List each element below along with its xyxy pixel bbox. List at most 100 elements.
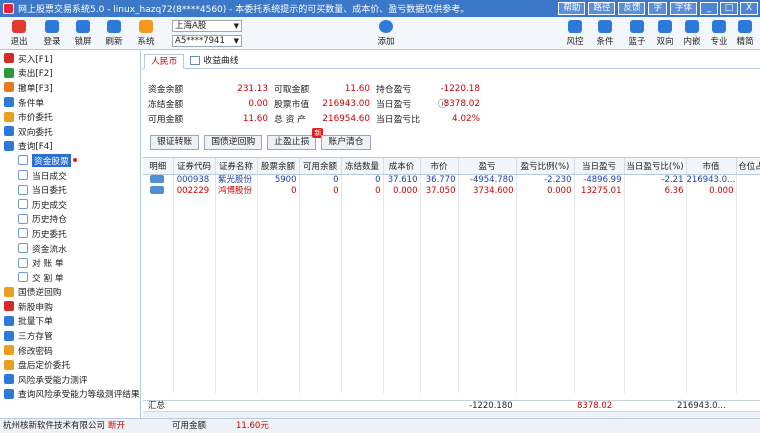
table-cell [383,381,421,393]
toolbar-compact-button[interactable]: 精简 [731,20,759,48]
sidebar-item[interactable]: 资金股票 [0,153,140,168]
sidebar-item[interactable]: 新股申购 [0,299,140,314]
sidebar-item[interactable]: 卖出[F2] [0,66,140,81]
condition-icon [598,20,612,33]
table-cell [458,254,517,266]
column-header[interactable]: 盈亏比例(%) [516,158,575,175]
table-cell: 37.610 [383,174,421,186]
bank-transfer-button[interactable]: 银证转账 [150,135,200,150]
feedback-button[interactable]: 反馈 [618,2,646,15]
column-header[interactable]: 盈亏 [458,158,517,175]
minimize-button[interactable]: _ [700,2,718,15]
sidebar-item-label: 市价委托 [18,113,53,124]
sidebar-item[interactable]: 修改密码 [0,343,140,358]
column-header[interactable]: 证券代码 [173,158,216,175]
account-select-value: A5****7941 [175,36,225,46]
sidebar-item[interactable]: 当日成交 [0,168,140,183]
table-row[interactable]: 000938 紫光股份 5900 0 0 37.610 36.770 -4954.780 -2.… [143,174,760,186]
toolbar-user-button[interactable]: 登录 [36,20,68,48]
sidebar-item[interactable]: 市价委托 [0,109,140,124]
tab-profit-curve-label: 收益曲线 [203,55,239,66]
sidebar-item[interactable]: 资金流水 [0,241,140,256]
table-cell [516,243,575,255]
table-cell [736,289,760,301]
toolbar-condition-button[interactable]: 条件 [591,20,619,48]
column-header[interactable]: 股票余额 [257,158,300,175]
column-header[interactable]: 成本价 [383,158,421,175]
toolbar-shield-button[interactable]: 风控 [561,20,589,48]
summary-row: 汇总 -1220.180 8378.02 216943.0... [143,400,760,411]
table-cell [420,243,459,255]
table-cell [257,254,300,266]
table-cell [173,358,216,370]
path-button[interactable]: 路径 [588,2,616,15]
column-header[interactable]: 当日盈亏 [574,158,625,175]
toolbar: 上海A股 ▼ A5****7941 ▼ 添加 退出 登录 锁屏 刷新 系统 风控 条件 篮子 双向内… [0,17,760,50]
table-cell [173,266,216,278]
sidebar-item[interactable]: 双向委托 [0,124,140,139]
sidebar-item[interactable]: 撤单[F3] [0,80,140,95]
detail-icon[interactable] [149,175,164,183]
tab-profit-curve[interactable]: 收益曲线 [184,53,244,68]
close-button[interactable]: X [740,2,758,15]
column-header[interactable]: 可用余额 [299,158,342,175]
sidebar-item[interactable]: 风险承受能力测评 [0,372,140,387]
table-row[interactable]: 002229 鸿博股份 0 0 0 0.000 37.050 3734.600 0.000 132… [143,185,760,197]
table-cell [736,358,760,370]
table-cell [341,369,384,381]
sidebar-item-label: 条件单 [18,98,45,109]
column-header[interactable]: 市值 [686,158,737,175]
toolbar-lock-button[interactable]: 锁屏 [67,20,99,48]
column-header[interactable]: 当日盈亏比(%) [624,158,687,175]
column-header[interactable]: 冻结数量 [341,158,384,175]
sidebar-item[interactable]: 买入[F1] [0,51,140,66]
sidebar-item[interactable]: 三方存管 [0,328,140,343]
column-header[interactable]: 市价 [420,158,459,175]
table-cell [257,335,300,347]
sidebar-item[interactable]: 查询[F4] [0,139,140,154]
detail-icon[interactable] [149,186,164,195]
clear-positions-button[interactable]: 账户清仓 [321,135,371,150]
toolbar-two-way-button[interactable]: 双向 [651,20,679,48]
sidebar-item[interactable]: 交 割 单 [0,270,140,285]
table-cell [736,197,760,209]
toolbar-refresh-button[interactable]: 刷新 [98,20,130,48]
sidebar-item[interactable]: 国债逆回购 [0,285,140,300]
toolbar-basket-button[interactable]: 篮子 [623,20,651,48]
column-header[interactable]: 明细 [143,158,174,175]
add-button[interactable]: 添加 [370,20,402,48]
market-select[interactable]: 上海A股 ▼ [172,20,242,32]
sidebar-item[interactable]: 条件单 [0,95,140,110]
reverse-repo-button[interactable]: 国债逆回购 [204,135,263,150]
maximize-button[interactable]: □ [720,2,738,15]
empty-row [143,358,760,370]
toolbar-embed-button[interactable]: 内嵌 [678,20,706,48]
tab-rmb[interactable]: 人民币 [144,54,185,69]
sidebar-item[interactable]: 当日委托 [0,182,140,197]
after-hours-icon [4,359,14,370]
toolbar-power-button[interactable]: 退出 [3,20,35,48]
table-cell: 3734.600 [458,185,517,197]
sidebar-item[interactable]: 对 账 单 [0,255,140,270]
sidebar-item[interactable]: 查询风险承受能力等级测评结果 [0,387,140,402]
font-size-button[interactable]: 字 [648,2,667,15]
table-cell [458,208,517,220]
info-icon[interactable]: ⓘ [438,97,447,110]
account-select[interactable]: A5****7941 ▼ [172,35,242,47]
sidebar-item[interactable]: 批量下单 [0,314,140,329]
toolbar-gear-button[interactable]: 系统 [130,20,162,48]
column-header[interactable]: 证券名称 [215,158,258,175]
two-way-icon [658,20,672,33]
sidebar-item[interactable]: 历史委托 [0,226,140,241]
sidebar-item[interactable]: 历史成交 [0,197,140,212]
stop-profit-loss-button[interactable]: 止盈止损新 [267,128,324,150]
sidebar-item[interactable]: 历史持仓 [0,212,140,227]
table-cell [574,243,625,255]
column-header[interactable]: 仓位占 [736,158,760,175]
help-button[interactable]: 帮助 [558,2,586,15]
toolbar-pro-button[interactable]: 专业 [705,20,733,48]
table-cell [383,346,421,358]
sidebar-item[interactable]: 盘后定价委托 [0,357,140,372]
font-button[interactable]: 字体 [669,2,697,15]
horizontal-scrollbar[interactable] [143,411,760,418]
